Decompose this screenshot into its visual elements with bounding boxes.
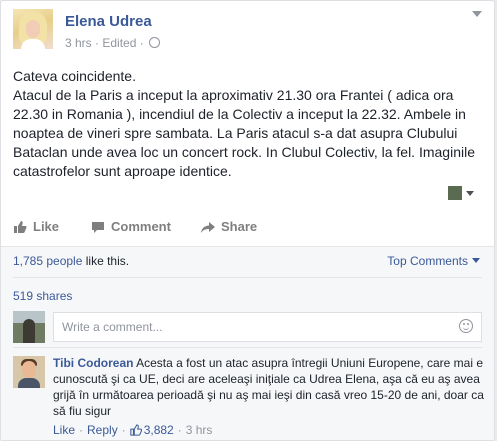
avatar-figure <box>23 319 35 343</box>
comment-likes-count[interactable]: 3,882 <box>144 423 174 437</box>
likes-count-link[interactable]: 1,785 people <box>13 254 82 268</box>
thumbs-up-icon <box>14 220 27 233</box>
avatar-body <box>21 39 45 49</box>
emoji-mouth <box>463 326 469 330</box>
comment-button[interactable]: Comment <box>91 219 171 234</box>
commenter-shirt <box>18 378 40 388</box>
viewer-avatar <box>448 186 462 200</box>
comment-meta-separator-2: · <box>121 423 126 437</box>
meta-separator: · <box>95 36 100 50</box>
commenter-face <box>22 361 36 378</box>
viewer-selector[interactable] <box>448 185 476 201</box>
commenter-avatar[interactable] <box>13 356 45 388</box>
post-meta: 3 hrs · Edited · <box>65 36 161 50</box>
like-button[interactable]: Like <box>13 219 59 234</box>
post-card: Elena Udrea 3 hrs · Edited · Cateva coin… <box>0 0 495 441</box>
comment-label: Comment <box>111 219 171 234</box>
comment-body: Tibi Codorean Acesta a fost un atac asup… <box>53 355 485 419</box>
globe-icon[interactable] <box>149 37 161 48</box>
comment-icon <box>92 221 104 233</box>
likes-summary: 1,785 people like this. <box>13 254 129 268</box>
shares-link[interactable]: 519 shares <box>13 289 72 303</box>
comment-like-link[interactable]: Like <box>53 423 75 437</box>
post-time[interactable]: 3 hrs <box>65 36 92 50</box>
like-label: Like <box>33 219 60 234</box>
share-button[interactable]: Share <box>201 219 257 234</box>
comment-time[interactable]: 3 hrs <box>186 423 213 437</box>
top-comments-dropdown[interactable]: Top Comments <box>387 254 480 268</box>
post-paragraph-2: Atacul de la Paris a inceput la aproxima… <box>13 87 475 179</box>
share-icon <box>201 221 215 233</box>
emoji-icon[interactable] <box>459 319 473 333</box>
divider <box>13 277 482 278</box>
comment-input[interactable] <box>53 312 482 342</box>
avatar-face <box>26 20 40 38</box>
divider <box>13 347 482 348</box>
divider <box>1 246 494 247</box>
top-comments-label: Top Comments <box>387 254 468 268</box>
chevron-down-icon <box>466 191 474 196</box>
share-label: Share <box>221 219 258 234</box>
commenter-name[interactable]: Tibi Codorean <box>53 356 133 370</box>
likes-suffix: like this. <box>82 254 130 268</box>
author-name[interactable]: Elena Udrea <box>65 13 152 30</box>
edited-label[interactable]: Edited <box>102 36 136 50</box>
comment-meta: Like · Reply · 3,882 · 3 hrs <box>53 423 212 437</box>
comment-meta-separator: · <box>79 423 84 437</box>
comment-meta-separator-3: · <box>177 423 182 437</box>
comment-reply-link[interactable]: Reply <box>87 423 118 437</box>
thumbs-up-icon <box>130 424 142 436</box>
author-avatar[interactable] <box>13 9 53 49</box>
post-body: Cateva coincidente. Atacul de la Paris a… <box>13 67 485 181</box>
post-paragraph-1: Cateva coincidente. <box>13 68 136 84</box>
caret-down-icon <box>472 258 480 263</box>
current-user-avatar <box>13 311 45 343</box>
post-options-chevron-icon[interactable] <box>472 11 482 17</box>
meta-separator-2: · <box>139 36 144 50</box>
